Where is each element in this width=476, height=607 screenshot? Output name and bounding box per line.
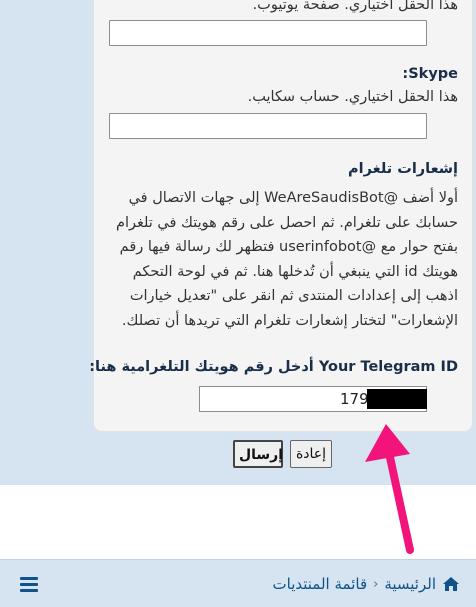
breadcrumb-forums-link[interactable]: قائمة المنتديات — [273, 575, 368, 593]
telegram-id-field[interactable]: 179 — [199, 386, 427, 412]
home-icon[interactable] — [442, 576, 460, 592]
telegram-instruction-line: اذهب إلى إعدادات المنتدى ثم انقر على "تع… — [129, 288, 458, 304]
telegram-id-label: Your Telegram ID أدخل رقم هويتك التلغرام… — [89, 359, 458, 375]
reset-button[interactable]: إعادة — [290, 440, 332, 468]
menu-bar — [20, 577, 38, 580]
skype-hint: هذا الحقل اختياري. حساب سكايب. — [247, 89, 458, 105]
hamburger-menu-icon[interactable] — [20, 577, 38, 592]
redaction-block — [367, 389, 427, 409]
telegram-id-value: 179 — [340, 390, 369, 408]
youtube-hint: هذا الحقل اختياري. صفحة يوتيوب. — [252, 0, 458, 13]
breadcrumb-separator: ‹ — [373, 576, 379, 592]
telegram-instructions: أولا أضف @WeAreSaudisBot إلى جهات الاتصا… — [115, 186, 458, 333]
skype-field[interactable] — [109, 113, 427, 139]
telegram-instruction-line: حسابك على تلغرام. ثم احصل على رقم هويتك … — [115, 214, 458, 231]
submit-button[interactable]: إرسال — [233, 440, 283, 468]
breadcrumb: الرئيسية ‹ قائمة المنتديات — [273, 575, 460, 593]
telegram-instruction-line: بفتح حوار مع @userinfobot فتظهر لك رسالة… — [119, 239, 458, 255]
menu-bar — [20, 583, 38, 586]
skype-label: Skype: — [402, 66, 458, 82]
telegram-section-title: إشعارات تلغرام — [348, 161, 458, 177]
breadcrumb-home-link[interactable]: الرئيسية — [384, 575, 436, 593]
telegram-instruction-line: أولا أضف @WeAreSaudisBot إلى جهات الاتصا… — [128, 190, 458, 206]
telegram-instruction-line: الإشعارات" لتختار إشعارات تلغرام التي تر… — [121, 312, 458, 329]
menu-bar — [20, 589, 38, 592]
youtube-field[interactable] — [109, 20, 427, 46]
bottom-navbar: الرئيسية ‹ قائمة المنتديات — [0, 559, 476, 607]
telegram-instruction-line: هويتك id التي ينبغي أن تُدخلها هنا. ثم ف… — [132, 263, 458, 280]
arrow-annotation-icon — [365, 424, 414, 554]
